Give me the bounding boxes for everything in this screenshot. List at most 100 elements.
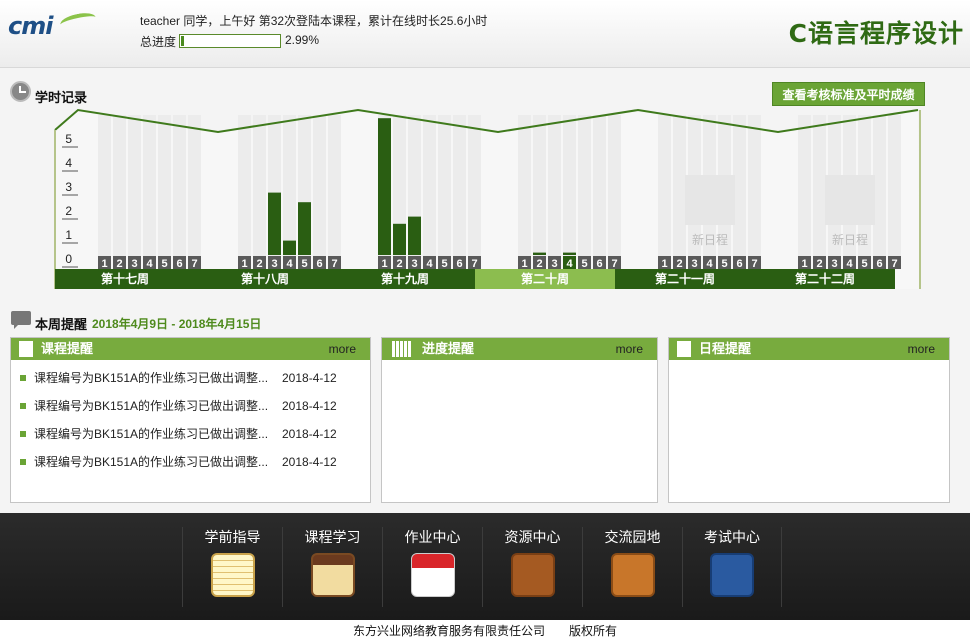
day-column-stripe <box>608 115 621 265</box>
course-reminder-list: 课程编号为BK151A的作业练习已做出调整... 2018-4-12 课程编号为BK… <box>11 360 370 480</box>
nav-item-notepad[interactable]: 学前指导 <box>182 527 282 607</box>
reminder-date: 2018-4-12 <box>282 399 337 413</box>
bullet-icon <box>20 403 26 409</box>
day-column-stripe <box>128 115 141 265</box>
document-icon <box>19 341 33 357</box>
y-tick-label: 2 <box>65 204 72 218</box>
progress-reminder-panel: 进度提醒 more <box>381 337 658 503</box>
chat-icon <box>610 553 655 597</box>
schedule-reminder-header: 日程提醒 more <box>669 338 949 360</box>
day-column-stripe <box>423 115 436 265</box>
logo-text: cmi <box>8 12 53 40</box>
weekly-reminder-title: 本周提醒 <box>35 317 88 332</box>
download-icon <box>510 553 555 597</box>
new-schedule-placeholder[interactable]: 新日程 <box>800 175 900 248</box>
reminder-date: 2018-4-12 <box>282 427 337 441</box>
y-tick-label: 1 <box>65 228 72 242</box>
notepad-icon <box>210 553 255 597</box>
nav-item-chat[interactable]: 交流园地 <box>582 527 682 607</box>
calendar-grid-icon <box>392 341 412 357</box>
y-tick-label: 3 <box>65 180 72 194</box>
reminder-text: 课程编号为BK151A的作业练习已做出调整... <box>34 455 269 469</box>
study-hours-bar <box>268 192 281 255</box>
new-schedule-box <box>685 175 735 225</box>
study-record-title: 学时记录 <box>35 90 88 105</box>
week-label[interactable]: 第十九周 <box>335 269 475 289</box>
nav-item-label: 考试中心 <box>704 529 760 545</box>
schedule-reminder-title: 日程提醒 <box>699 341 752 356</box>
nav-item-calendar[interactable]: 作业中心 <box>382 527 482 607</box>
week-label[interactable]: 第二十一周 <box>615 269 755 289</box>
course-reminder-item[interactable]: 课程编号为BK151A的作业练习已做出调整... 2018-4-12 <box>20 452 370 480</box>
day-column-stripe <box>563 115 576 265</box>
view-standard-button[interactable]: 查看考核标准及平时成绩 <box>772 82 925 106</box>
header: cmi teacher 同学，上午好 第32次登陆本课程，累计在线时长25.6小… <box>0 0 970 68</box>
new-schedule-label: 新日程 <box>691 233 728 247</box>
progress-value: 2.99% <box>285 33 320 47</box>
progress-bar-fill <box>181 36 184 46</box>
cmi-logo[interactable]: cmi <box>8 10 98 42</box>
greeting-text: teacher 同学，上午好 第32次登陆本课程，累计在线时长25.6小时 <box>140 14 488 28</box>
y-tick-label: 0 <box>65 252 72 266</box>
bullet-icon <box>20 431 26 437</box>
day-column-stripe <box>548 115 561 265</box>
day-column-stripe <box>578 115 591 265</box>
exam-book-icon <box>710 553 754 597</box>
study-hours-chart: 5432101234567123456712345671234567123456… <box>0 105 970 295</box>
reminder-text: 课程编号为BK151A的作业练习已做出调整... <box>34 399 269 413</box>
study-hours-bar <box>563 252 576 255</box>
week-label[interactable]: 第二十周 <box>475 269 615 289</box>
nav-item-label: 资源中心 <box>504 529 561 545</box>
course-reminder-more-link[interactable]: more <box>329 338 356 360</box>
day-column-stripe <box>98 115 111 265</box>
course-reminder-panel: 课程提醒 more 课程编号为BK151A的作业练习已做出调整... 2018-4… <box>10 337 371 503</box>
new-schedule-placeholder[interactable]: 新日程 <box>660 175 760 248</box>
nav-item-label: 作业中心 <box>404 529 461 545</box>
day-column-stripe <box>143 115 156 265</box>
schedule-reminder-panel: 日程提醒 more <box>668 337 950 503</box>
reminder-date: 2018-4-12 <box>282 455 337 469</box>
day-column-stripe <box>593 115 606 265</box>
reminder-text: 课程编号为BK151A的作业练习已做出调整... <box>34 427 269 441</box>
bottom-nav: 学前指导 课程学习 作业中心 资源中心 交流园地 考试中心 <box>0 513 970 620</box>
study-hours-bar <box>298 202 311 255</box>
day-column-stripe <box>313 115 326 265</box>
logo-swoosh-icon <box>58 10 98 32</box>
speech-bubble-icon <box>11 311 31 329</box>
day-column-stripe <box>468 115 481 265</box>
progress-label: 总进度 <box>140 35 177 49</box>
reminder-date: 2018-4-12 <box>282 371 337 385</box>
schedule-reminder-more-link[interactable]: more <box>908 338 935 360</box>
nav-item-notebook[interactable]: 课程学习 <box>282 527 382 607</box>
week-label[interactable]: 第十七周 <box>55 269 195 289</box>
course-reminder-item[interactable]: 课程编号为BK151A的作业练习已做出调整... 2018-4-12 <box>20 396 370 424</box>
course-reminder-item[interactable]: 课程编号为BK151A的作业练习已做出调整... 2018-4-12 <box>20 424 370 452</box>
new-schedule-label: 新日程 <box>831 233 868 247</box>
day-column-stripe <box>533 115 546 265</box>
day-column-stripe <box>438 115 451 265</box>
clock-icon <box>10 81 31 102</box>
nav-item-download[interactable]: 资源中心 <box>482 527 582 607</box>
day-column-stripe <box>158 115 171 265</box>
progress-reminder-more-link[interactable]: more <box>616 338 643 360</box>
progress-reminder-header: 进度提醒 more <box>382 338 657 360</box>
nav-item-label: 课程学习 <box>304 529 361 545</box>
study-hours-bar <box>408 216 421 255</box>
bullet-icon <box>20 459 26 465</box>
y-tick-label: 5 <box>65 132 72 146</box>
week-label[interactable]: 第二十二周 <box>755 269 895 289</box>
course-reminder-item[interactable]: 课程编号为BK151A的作业练习已做出调整... 2018-4-12 <box>20 368 370 396</box>
study-hours-bar <box>283 240 296 255</box>
study-hours-bar <box>533 252 546 255</box>
nav-item-exam-book[interactable]: 考试中心 <box>682 527 782 607</box>
course-reminder-header: 课程提醒 more <box>11 338 370 360</box>
course-title: C语言程序设计 <box>788 19 964 48</box>
study-hours-bar <box>393 223 406 255</box>
week-label[interactable]: 第十八周 <box>195 269 335 289</box>
progress-reminder-title: 进度提醒 <box>422 341 475 356</box>
day-column-stripe <box>238 115 251 265</box>
page-icon <box>677 341 691 357</box>
y-tick-label: 4 <box>65 156 72 170</box>
reminder-text: 课程编号为BK151A的作业练习已做出调整... <box>34 371 269 385</box>
day-column-stripe <box>328 115 341 265</box>
